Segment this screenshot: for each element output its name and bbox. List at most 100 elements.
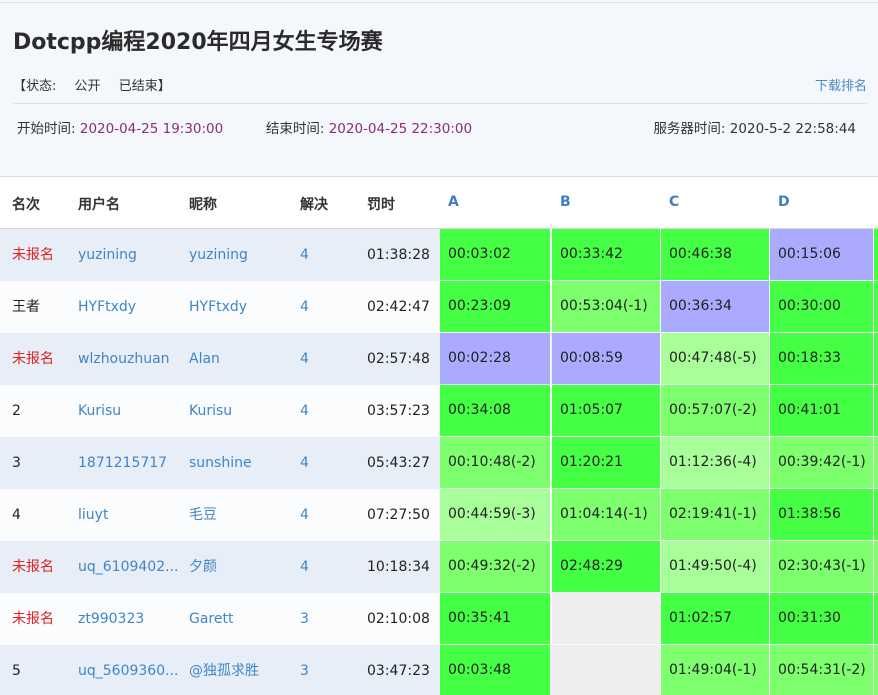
problem-cell-a: 00:44:59(-3) [440, 489, 551, 540]
col-nickname: 昵称 [189, 197, 217, 213]
problem-cell-b [552, 593, 661, 644]
col-problem-d[interactable]: D [778, 194, 790, 210]
problem-cell-c: 01:02:57 [661, 593, 770, 644]
nickname-link[interactable]: 毛豆 [189, 489, 217, 541]
problem-cell-a: 00:10:48(-2) [440, 437, 551, 488]
download-ranking-link[interactable]: 下载排名 [815, 75, 867, 94]
problem-cell-d: 00:54:31(-2) [770, 645, 874, 695]
rank-cell: 未报名 [12, 351, 54, 367]
problem-cell-a: 00:49:32(-2) [440, 541, 551, 592]
problem-cell-b: 00:08:59 [552, 333, 661, 384]
username-link[interactable]: HYFtxdy [78, 281, 136, 333]
table-row: 王者 HYFtxdy HYFtxdy 4 02:42:47 00:23:09 00:53:0… [0, 281, 878, 334]
solved-count: 4 [300, 403, 309, 419]
nickname-link[interactable]: sunshine [189, 437, 252, 489]
problem-cell-c: 01:49:50(-4) [661, 541, 770, 592]
rank-cell: 未报名 [12, 611, 54, 627]
username-link[interactable]: 1871215717 [78, 437, 167, 489]
col-problem-b[interactable]: B [560, 194, 571, 210]
solved-count: 4 [300, 299, 309, 315]
problem-cell-a: 00:02:28 [440, 333, 551, 384]
nickname-link[interactable]: Kurisu [189, 385, 232, 437]
table-row: 未报名 zt990323 Garett 3 02:10:08 00:35:41 01:02:… [0, 593, 878, 646]
penalty-time: 03:57:23 [367, 403, 430, 419]
solved-count: 3 [300, 663, 309, 679]
rank-cell: 2 [12, 403, 21, 419]
problem-cell-b: 01:04:14(-1) [552, 489, 661, 540]
problem-cell-b: 00:33:42 [552, 229, 661, 280]
rank-cell: 未报名 [12, 247, 54, 263]
solved-count: 4 [300, 351, 309, 367]
solved-count: 4 [300, 455, 309, 471]
problem-cell-c: 01:49:04(-1) [661, 645, 770, 695]
problem-cell-d: 00:39:42(-1) [770, 437, 874, 488]
contest-status: 【状态: 公开 已结束】 [13, 75, 185, 94]
next-column-edge [874, 593, 878, 644]
nickname-link[interactable]: Alan [189, 333, 220, 385]
penalty-time: 03:47:23 [367, 663, 430, 679]
table-row: 5 uq_5609360... @独孤求胜 3 03:47:23 00:03:48 01:4… [0, 645, 878, 695]
start-time-label: 开始时间: [17, 121, 76, 137]
next-column-edge [874, 385, 878, 436]
table-row: 3 1871215717 sunshine 4 05:43:27 00:10:48(-2)… [0, 437, 878, 490]
rank-cell: 未报名 [12, 559, 54, 575]
rank-cell: 4 [12, 507, 21, 523]
table-row: 未报名 wlzhouzhuan Alan 4 02:57:48 00:02:28 00:08… [0, 333, 878, 386]
penalty-time: 05:43:27 [367, 455, 430, 471]
problem-cell-d: 01:38:56 [770, 489, 874, 540]
table-row: 4 liuyt 毛豆 4 07:27:50 00:44:59(-3) 01:04:14(-1… [0, 489, 878, 542]
col-penalty: 罚时 [367, 197, 395, 213]
problem-cell-a: 00:23:09 [440, 281, 551, 332]
problem-cell-c: 00:36:34 [661, 281, 770, 332]
username-link[interactable]: Kurisu [78, 385, 121, 437]
table-header: 名次 用户名 昵称 解决 罚时 A B C D [0, 177, 878, 229]
penalty-time: 02:42:47 [367, 299, 430, 315]
penalty-time: 07:27:50 [367, 507, 430, 523]
nickname-link[interactable]: HYFtxdy [189, 281, 247, 333]
col-username: 用户名 [78, 197, 120, 213]
problem-cell-b: 02:48:29 [552, 541, 661, 592]
problem-cell-b: 01:20:21 [552, 437, 661, 488]
problem-cell-c: 00:47:48(-5) [661, 333, 770, 384]
penalty-time: 02:10:08 [367, 611, 430, 627]
username-link[interactable]: zt990323 [78, 593, 144, 645]
table-row: 未报名 uq_6109402... 夕颜 4 10:18:34 00:49:32(-2) 0… [0, 541, 878, 594]
rank-cell: 3 [12, 455, 21, 471]
table-row: 2 Kurisu Kurisu 4 03:57:23 00:34:08 01:05:07 00… [0, 385, 878, 438]
nickname-link[interactable]: yuzining [189, 229, 248, 281]
ranking-table: 名次 用户名 昵称 解决 罚时 A B C D 未报名 yuzining yuzin… [0, 176, 878, 695]
username-link[interactable]: yuzining [78, 229, 137, 281]
server-time-label: 服务器时间: [653, 121, 726, 137]
username-link[interactable]: uq_5609360... [78, 645, 178, 695]
header-divider [13, 103, 867, 104]
next-column-edge [874, 229, 878, 280]
penalty-time: 02:57:48 [367, 351, 430, 367]
server-time: 服务器时间: 2020-5-2 22:58:44 [653, 117, 856, 137]
problem-cell-b: 00:53:04(-1) [552, 281, 661, 332]
nickname-link[interactable]: Garett [189, 593, 233, 645]
next-column-edge [874, 333, 878, 384]
username-link[interactable]: wlzhouzhuan [78, 333, 170, 385]
problem-cell-b [552, 645, 661, 695]
problem-cell-c: 00:57:07(-2) [661, 385, 770, 436]
problem-cell-a: 00:34:08 [440, 385, 551, 436]
contest-title: Dotcpp编程2020年四月女生专场赛 [13, 30, 383, 55]
problem-cell-c: 00:46:38 [661, 229, 770, 280]
col-problem-c[interactable]: C [669, 194, 679, 210]
nickname-link[interactable]: 夕颜 [189, 541, 217, 593]
col-problem-a[interactable]: A [448, 194, 459, 210]
solved-count: 4 [300, 559, 309, 575]
rank-cell: 王者 [12, 299, 40, 315]
contest-header: Dotcpp编程2020年四月女生专场赛 【状态: 公开 已结束】 下载排名 开… [0, 0, 878, 176]
nickname-link[interactable]: @独孤求胜 [189, 645, 259, 695]
username-link[interactable]: uq_6109402... [78, 541, 178, 593]
start-time-value: 2020-04-25 19:30:00 [79, 121, 224, 137]
problem-cell-d: 00:41:01 [770, 385, 874, 436]
problem-cell-c: 02:19:41(-1) [661, 489, 770, 540]
problem-cell-d: 02:30:43(-1) [770, 541, 874, 592]
solved-count: 4 [300, 507, 309, 523]
col-solved: 解决 [300, 197, 328, 213]
username-link[interactable]: liuyt [78, 489, 108, 541]
solved-count: 3 [300, 611, 309, 627]
table-row: 未报名 yuzining yuzining 4 01:38:28 00:03:02 00:3… [0, 229, 878, 282]
